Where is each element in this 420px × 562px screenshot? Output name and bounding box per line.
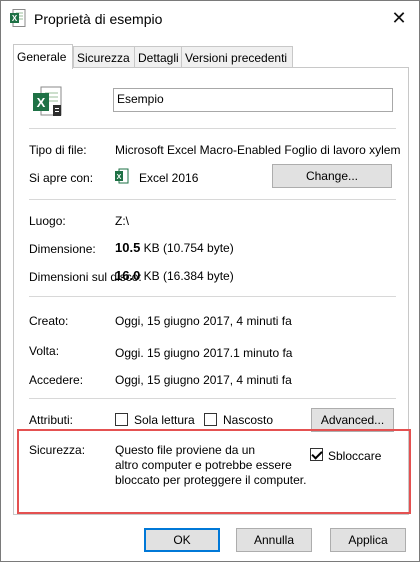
security-highlight-box bbox=[17, 429, 411, 514]
file-type-value: Microsoft Excel Macro-Enabled Foglio di … bbox=[115, 143, 401, 157]
svg-text:X: X bbox=[12, 14, 18, 23]
location-label: Luogo: bbox=[29, 214, 66, 228]
tab-general[interactable]: Generale bbox=[13, 44, 73, 69]
tab-security[interactable]: Sicurezza bbox=[73, 46, 135, 68]
readonly-checkbox[interactable] bbox=[115, 413, 128, 426]
excel-file-icon: X bbox=[10, 9, 26, 27]
modified-value: Oggi. 15 giugno 2017.1 minuto fa bbox=[115, 346, 293, 360]
ok-button[interactable]: OK bbox=[144, 528, 220, 552]
change-button[interactable]: Change... bbox=[272, 164, 392, 188]
file-type-label: Tipo di file: bbox=[29, 143, 87, 157]
excel-app-icon: X bbox=[115, 168, 129, 184]
size-label: Dimensione: bbox=[29, 242, 96, 256]
title-bar: X Proprietà di esempio ✕ bbox=[1, 1, 419, 35]
tab-previous-versions[interactable]: Versioni precedenti bbox=[181, 46, 293, 68]
accessed-value: Oggi, 15 giugno 2017, 4 minuti fa bbox=[115, 373, 292, 387]
divider bbox=[29, 128, 396, 129]
size-on-disk-detail: KB (16.384 byte) bbox=[140, 269, 234, 283]
modified-label: Volta: bbox=[29, 344, 60, 358]
svg-text:X: X bbox=[37, 95, 46, 110]
file-name-input[interactable]: Esempio bbox=[113, 88, 393, 112]
close-icon[interactable]: ✕ bbox=[381, 1, 417, 35]
hidden-label: Nascosto bbox=[223, 413, 274, 427]
properties-dialog: X Proprietà di esempio ✕ Generale Sicure… bbox=[0, 0, 420, 562]
hidden-checkbox[interactable] bbox=[204, 413, 217, 426]
tab-details[interactable]: Dettagli bbox=[134, 46, 182, 68]
location-value: Z:\ bbox=[115, 214, 129, 228]
svg-text:X: X bbox=[117, 174, 122, 181]
size-value-number: 10.5 bbox=[115, 240, 141, 255]
readonly-label: Sola lettura bbox=[134, 413, 195, 427]
created-label: Creato: bbox=[29, 314, 69, 328]
cancel-button[interactable]: Annulla bbox=[236, 528, 312, 552]
opens-with-label: Si apre con: bbox=[29, 171, 94, 185]
divider bbox=[29, 296, 396, 297]
attributes-label: Attributi: bbox=[29, 413, 74, 427]
size-value-detail: KB (10.754 byte) bbox=[140, 241, 234, 255]
accessed-label: Accedere: bbox=[29, 373, 84, 387]
window-title: Proprietà di esempio bbox=[34, 11, 163, 27]
opens-with-value: Excel 2016 bbox=[139, 171, 199, 185]
divider bbox=[29, 398, 396, 399]
size-on-disk-value: 16.0 KB (16.384 byte) bbox=[115, 268, 234, 283]
size-value: 10.5 KB (10.754 byte) bbox=[115, 240, 234, 255]
size-on-disk-number: 16.0 bbox=[115, 268, 141, 283]
apply-button[interactable]: Applica bbox=[330, 528, 406, 552]
excel-macro-file-icon: X bbox=[33, 86, 62, 116]
created-value: Oggi, 15 giugno 2017, 4 minuti fa bbox=[115, 314, 292, 328]
divider bbox=[29, 199, 396, 200]
